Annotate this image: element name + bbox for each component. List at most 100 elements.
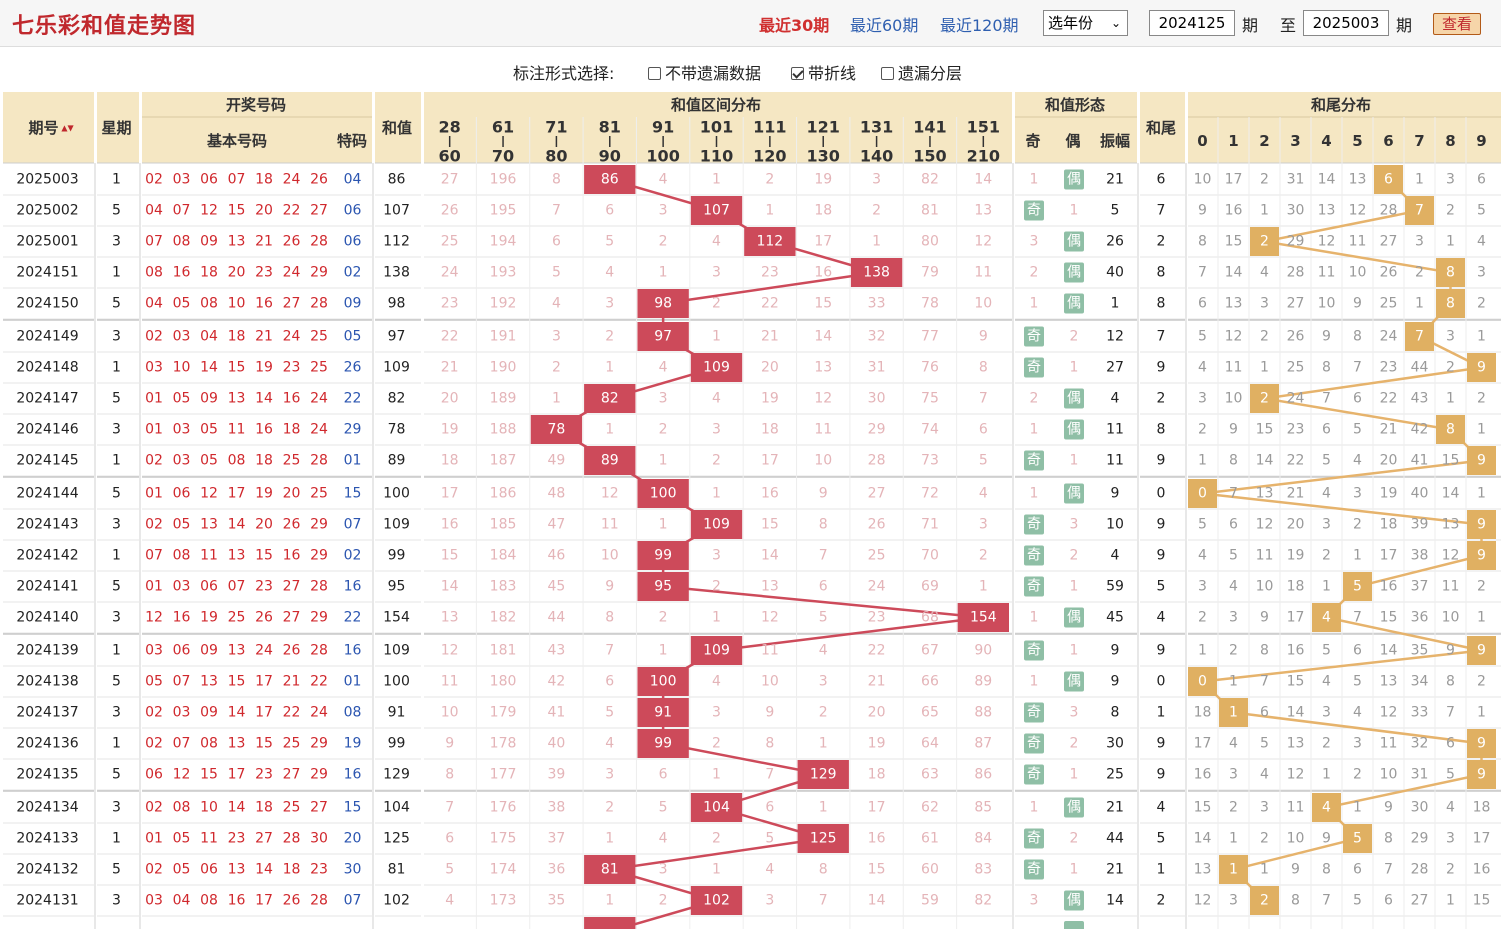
basic-number: 11: [200, 548, 218, 564]
range-hit-cell: [637, 698, 689, 727]
basic-number: 23: [283, 360, 301, 376]
basic-number: 17: [228, 767, 246, 783]
basic-number: 21: [283, 674, 301, 690]
basic-number: 29: [310, 610, 328, 626]
tail-cell: 9: [1157, 548, 1166, 564]
sum-cell: 112: [383, 234, 410, 250]
range-omission: 5: [552, 265, 561, 281]
range-omission: 7: [765, 767, 774, 783]
even-badge-label: 偶: [1067, 234, 1081, 250]
start-issue-input[interactable]: 2024125: [1149, 10, 1235, 36]
range-header-high: 150: [913, 147, 946, 166]
tail-omission: 31: [1287, 172, 1305, 188]
tail-omission: 2: [1260, 329, 1269, 345]
even-omission: 1: [1070, 203, 1079, 219]
tail-cell: 9: [1157, 360, 1166, 376]
range-header-low: 131: [860, 118, 893, 137]
recent-30-link[interactable]: 最近30期: [759, 12, 829, 36]
basic-number: 12: [200, 203, 218, 219]
tail-omission: 9: [1229, 422, 1238, 438]
range-omission: 84: [974, 831, 992, 847]
tail-omission: 8: [1384, 831, 1393, 847]
range-omission: 189: [490, 391, 517, 407]
issue-cell: 2024140: [16, 610, 78, 626]
end-issue-input[interactable]: 2025003: [1303, 10, 1389, 36]
page-title: 七乐彩和值走势图: [12, 14, 197, 39]
tail-hit-cell: [1219, 855, 1248, 884]
range-omission: 87: [974, 736, 992, 752]
range-omission: 59: [921, 893, 939, 909]
range-omission: 14: [974, 172, 992, 188]
recent-60-link[interactable]: 最近60期: [850, 12, 918, 36]
range-omission: 3: [659, 203, 668, 219]
range-omission: 1: [979, 579, 988, 595]
even-omission: 1: [1070, 643, 1079, 659]
basic-number: 18: [255, 800, 273, 816]
checkbox-trend-line[interactable]: [791, 67, 804, 80]
option-omission-layer[interactable]: 遗漏分层: [881, 60, 962, 84]
basic-number: 23: [255, 579, 273, 595]
tail-omission: 10: [1225, 391, 1243, 407]
tail-cell: 0: [1157, 674, 1166, 690]
option-trend-line[interactable]: 带折线: [791, 60, 856, 84]
range-omission: 2: [979, 548, 988, 564]
tail-omission: 24: [1287, 391, 1305, 407]
range-hit-value: 99: [654, 736, 672, 752]
basic-number: 07: [173, 736, 191, 752]
body-background: [0, 163, 1501, 929]
tail-omission: 1: [1260, 203, 1269, 219]
tail-omission: 13: [1256, 486, 1274, 502]
even-badge: [1064, 797, 1084, 818]
range-omission: 60: [921, 862, 939, 878]
range-header-high: 110: [700, 147, 733, 166]
tail-omission: 32: [1411, 736, 1429, 752]
basic-number: 05: [200, 453, 218, 469]
range-omission: 9: [445, 736, 454, 752]
issue-header: 期号: [28, 119, 58, 137]
range-header-low: 101: [700, 118, 733, 137]
issue-cell: 2024143: [16, 517, 78, 533]
range-omission: 5: [605, 234, 614, 250]
tail-hit-value: 2: [1260, 391, 1269, 407]
option-no-omission[interactable]: 不带遗漏数据: [648, 60, 761, 84]
odd-badge-label: 奇: [1027, 452, 1041, 469]
odd-omission: 2: [1030, 391, 1039, 407]
range-omission: 4: [605, 265, 614, 281]
amplitude-header: 振幅: [1100, 132, 1130, 150]
view-button[interactable]: 查看: [1433, 13, 1481, 35]
issue-unit-label-2: 期: [1396, 16, 1413, 35]
range-hit-cell: [584, 446, 636, 475]
basic-number: 27: [283, 296, 301, 312]
basic-number: 24: [283, 172, 301, 188]
tail-hit-value: 1: [1229, 862, 1238, 878]
basic-number: 09: [200, 234, 218, 250]
range-omission: 14: [441, 579, 459, 595]
recent-120-link[interactable]: 最近120期: [940, 12, 1019, 36]
tail-omission: 3: [1260, 296, 1269, 312]
tail-hit-value: 7: [1415, 329, 1424, 345]
basic-number: 25: [310, 486, 328, 502]
tail-omission: 6: [1229, 517, 1238, 533]
tail-hit-value: 8: [1446, 296, 1455, 312]
range-omission: 39: [547, 767, 565, 783]
tail-hit-value: 9: [1477, 517, 1486, 533]
tail-hit-cell: [1312, 603, 1341, 632]
range-omission: 6: [765, 800, 774, 816]
year-select[interactable]: 选年份 ⌄: [1043, 10, 1128, 36]
tail-omission: 26: [1287, 329, 1305, 345]
tail-omission: 2: [1322, 548, 1331, 564]
range-omission: 21: [868, 674, 886, 690]
tail-hit-value: 5: [1353, 579, 1362, 595]
tail-omission: 5: [1198, 329, 1207, 345]
sum-cell: 97: [388, 329, 406, 345]
basic-number: 15: [228, 203, 246, 219]
checkbox-omission-layer[interactable]: [881, 67, 894, 80]
tail-cell: 9: [1157, 643, 1166, 659]
range-omission: 1: [712, 862, 721, 878]
range-hit-value: 98: [654, 296, 672, 312]
range-hit-cell: [957, 603, 1009, 632]
checkbox-no-omission[interactable]: [648, 67, 661, 80]
amplitude-cell: 11: [1106, 453, 1124, 469]
basic-number: 04: [145, 203, 163, 219]
tail-hit-cell: [1405, 322, 1434, 351]
